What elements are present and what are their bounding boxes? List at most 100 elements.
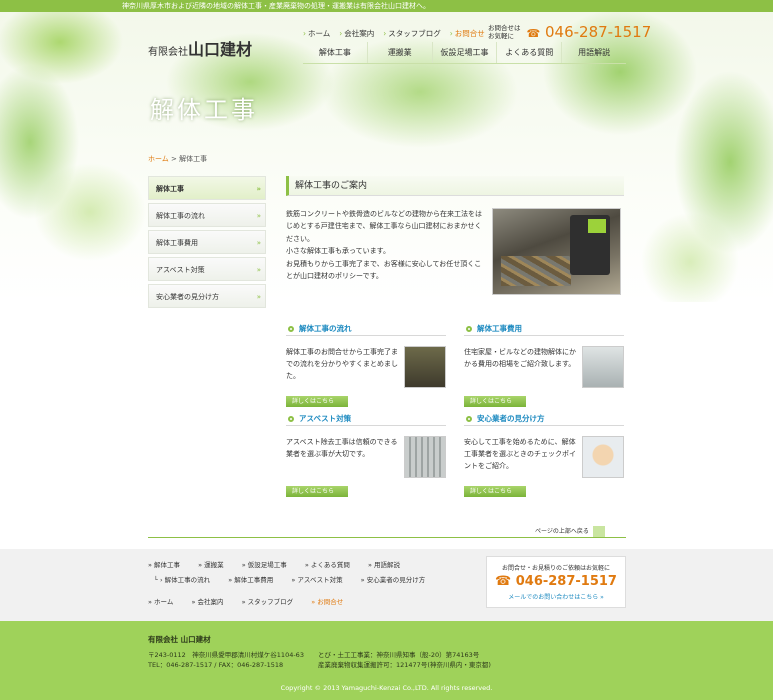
card-title: 解体工事費用 (464, 322, 624, 336)
top-navigation: › ホーム › 会社案内 › スタッフブログ › お問合せ (303, 28, 485, 39)
card-trusted: 安心業者の見分け方 安心して工事を始めるために、解体工事業者を選ぶときのチェック… (464, 412, 624, 497)
footer-link[interactable]: » 解体工事費用 (228, 576, 281, 584)
footer-link[interactable]: » アスベスト対策 (291, 576, 350, 584)
footer-link-label: 解体工事費用 (234, 576, 274, 584)
tel-fax-line: TEL：046-287-1517 / FAX：046-287-1518 (148, 661, 284, 669)
sidebar-item-demolition[interactable]: 解体工事 » (148, 176, 266, 200)
intro-paragraph: 鉄筋コンクリートや鉄骨造のビルなどの建物から在来工法をはじめとする戸建住宅まで、… (286, 210, 482, 243)
divider (148, 537, 626, 538)
footer-link[interactable]: » 仮設足場工事 (242, 561, 295, 569)
footer-nav-row-2: └ › 解体工事の流れ » 解体工事費用 » アスベスト対策 » 安心業者の見分… (154, 574, 441, 584)
circle-bullet-icon (288, 326, 294, 332)
card-title-text: アスベスト対策 (299, 414, 352, 423)
sidebar-item-trusted[interactable]: 安心業者の見分け方 » (148, 284, 266, 308)
card-more-label: 詳しくはこちら (292, 398, 335, 405)
footer-link[interactable]: » 会社案内 (191, 598, 231, 606)
page-top-link[interactable]: ページの上部へ戻る (535, 526, 605, 537)
card-more-label: 詳しくはこちら (470, 398, 513, 405)
demolition-photo (492, 208, 621, 295)
card-more-button[interactable]: 詳しくはこちら (464, 486, 526, 497)
sidebar-item-flow[interactable]: 解体工事の流れ » (148, 203, 266, 227)
card-text: 安心して工事を始めるために、解体工事業者を選ぶときのチェックポイントをご紹介。 (464, 438, 576, 470)
mainnav-glossary[interactable]: 用語解説 (561, 42, 626, 63)
header-tel: お問合せは お気軽に ☎ 046-287-1517 (488, 23, 651, 41)
intro-paragraph: 小さな解体工事も承っています。 (286, 247, 390, 256)
logo-prefix: 有限会社 (148, 47, 188, 58)
topnav-home[interactable]: › ホーム (303, 28, 330, 39)
mainnav-transport[interactable]: 運搬業 (366, 42, 432, 63)
main-navigation: 解体工事 運搬業 仮設足場工事 よくある質問 用語解説 (303, 42, 626, 64)
breadcrumb-current: 解体工事 (179, 155, 208, 163)
footer-link[interactable]: » 解体工事 (148, 561, 188, 569)
card-flow: 解体工事の流れ 解体工事のお問合せから工事完了までの流れを分かりやすくまとめまし… (286, 322, 446, 407)
header-tel-note: お問合せは お気軽に (488, 24, 521, 40)
card-more-label: 詳しくはこちら (470, 488, 513, 495)
sidebar: 解体工事 » 解体工事の流れ » 解体工事費用 » アスベスト対策 » 安心業者の見分け… (148, 176, 266, 311)
footer-link-label: 解体工事の流れ (164, 576, 211, 584)
sidebar-item-label: 安心業者の見分け方 (156, 293, 219, 301)
card-body: 解体工事のお問合せから工事完了までの流れを分かりやすくまとめました。 (286, 346, 446, 388)
page-title: 解体工事 (150, 96, 258, 124)
header-tel-note-2: お気軽に (488, 32, 514, 40)
intro-block: 鉄筋コンクリートや鉄骨造のビルなどの建物から在来工法をはじめとする戸建住宅まで、… (286, 208, 624, 295)
sidebar-item-asbestos[interactable]: アスベスト対策 » (148, 257, 266, 281)
card-title: 解体工事の流れ (286, 322, 446, 336)
mainnav-faq[interactable]: よくある質問 (496, 42, 561, 63)
footer-link-label: 仮設足場工事 (247, 561, 287, 569)
footer-link-label: 安心業者の見分け方 (366, 576, 426, 584)
card-cost: 解体工事費用 住宅家屋・ビルなどの建物解体にかかる費用の相場をご紹介致します。 … (464, 322, 624, 407)
card-text: 住宅家屋・ビルなどの建物解体にかかる費用の相場をご紹介致します。 (464, 348, 576, 368)
footer-nav-row-1: » 解体工事 » 運搬業 » 仮設足場工事 » よくある質問 » 用語解説 (148, 559, 416, 569)
sidebar-item-label: アスベスト対策 (156, 266, 205, 274)
footer-company-name: 有限会社 山口建材 (148, 635, 211, 644)
debris-shape (501, 256, 571, 286)
mail-contact-link[interactable]: メールでのお問い合わせはこちら » (487, 592, 625, 601)
footer-link-label: 解体工事 (154, 561, 181, 569)
card-title-text: 解体工事の流れ (299, 324, 352, 333)
mainnav-scaffolding[interactable]: 仮設足場工事 (431, 42, 497, 63)
topnav-company[interactable]: › 会社案内 (339, 28, 374, 39)
footer-link[interactable]: » ホーム (148, 598, 181, 606)
footer-link-contact[interactable]: » お問合せ (311, 598, 351, 606)
sidebar-item-cost[interactable]: 解体工事費用 » (148, 230, 266, 254)
card-more-button[interactable]: 詳しくはこちら (286, 396, 348, 407)
mainnav-demolition[interactable]: 解体工事 (303, 42, 367, 63)
footer-link[interactable]: » 運搬業 (198, 561, 232, 569)
footer-link[interactable]: » よくある質問 (305, 561, 358, 569)
footer-link-label: ホーム (154, 598, 174, 606)
footer-contact-note: お問合せ・お見積りのご依頼はお気軽に (501, 565, 610, 572)
card-body: アスベスト除去工事は信頼のできる業者を選ぶ事が大切です。 (286, 436, 446, 478)
card-image (582, 346, 624, 388)
chevron-right-icon: » (256, 266, 261, 274)
card-image (404, 346, 446, 388)
footer-link[interactable]: » 安心業者の見分け方 (361, 576, 434, 584)
chevron-right-icon: » (256, 185, 261, 193)
footer-link[interactable]: » スタッフブログ (242, 598, 302, 606)
card-title: 安心業者の見分け方 (464, 412, 624, 426)
footer-licenses: とび・土工工事業：神奈川県知事（般-20）第74163号 産業廃棄物収集運搬許可… (318, 650, 491, 670)
header-tel-number[interactable]: ☎ 046-287-1517 (527, 23, 652, 41)
footer-link-label: 会社案内 (197, 598, 224, 606)
footer-link-label: 運搬業 (204, 561, 224, 569)
card-more-button[interactable]: 詳しくはこちら (286, 486, 348, 497)
site-logo[interactable]: 有限会社山口建材 (148, 36, 252, 60)
card-image (582, 436, 624, 478)
top-banner: 神奈川県厚木市および近隣の地域の解体工事・産業廃棄物の処理・運搬業は有限会社山口… (0, 0, 773, 12)
copyright: Copyright © 2013 Yamaguchi-Kenzai Co.,LT… (280, 684, 493, 692)
footer-address: 〒243-0112 神奈川県愛甲郡清川村煤ケ谷1104-63 TEL：046-2… (148, 650, 304, 670)
topnav-blog[interactable]: › スタッフブログ (383, 28, 441, 39)
intro-paragraph: お見積もりから工事完了まで、お客様に安心してお任せ頂くことが山口建材のポリシーで… (286, 259, 482, 281)
card-more-button[interactable]: 詳しくはこちら (464, 396, 526, 407)
logo-name: 山口建材 (188, 40, 253, 59)
footer-link[interactable]: » 用語解説 (368, 561, 408, 569)
phone-icon: ☎ (526, 27, 541, 40)
topnav-contact[interactable]: › お問合せ (450, 28, 485, 39)
footer-link-label: スタッフブログ (247, 598, 294, 606)
footer-tel[interactable]: ☎ 046-287-1517 (487, 574, 625, 589)
footer-link[interactable]: └ › 解体工事の流れ (154, 576, 218, 584)
breadcrumb-home[interactable]: ホーム (148, 155, 169, 163)
card-title-text: 安心業者の見分け方 (477, 414, 545, 423)
address-line: 〒243-0112 神奈川県愛甲郡清川村煤ケ谷1104-63 (148, 651, 304, 659)
chevron-right-icon: › (303, 29, 306, 38)
chevron-right-icon: » (256, 212, 261, 220)
